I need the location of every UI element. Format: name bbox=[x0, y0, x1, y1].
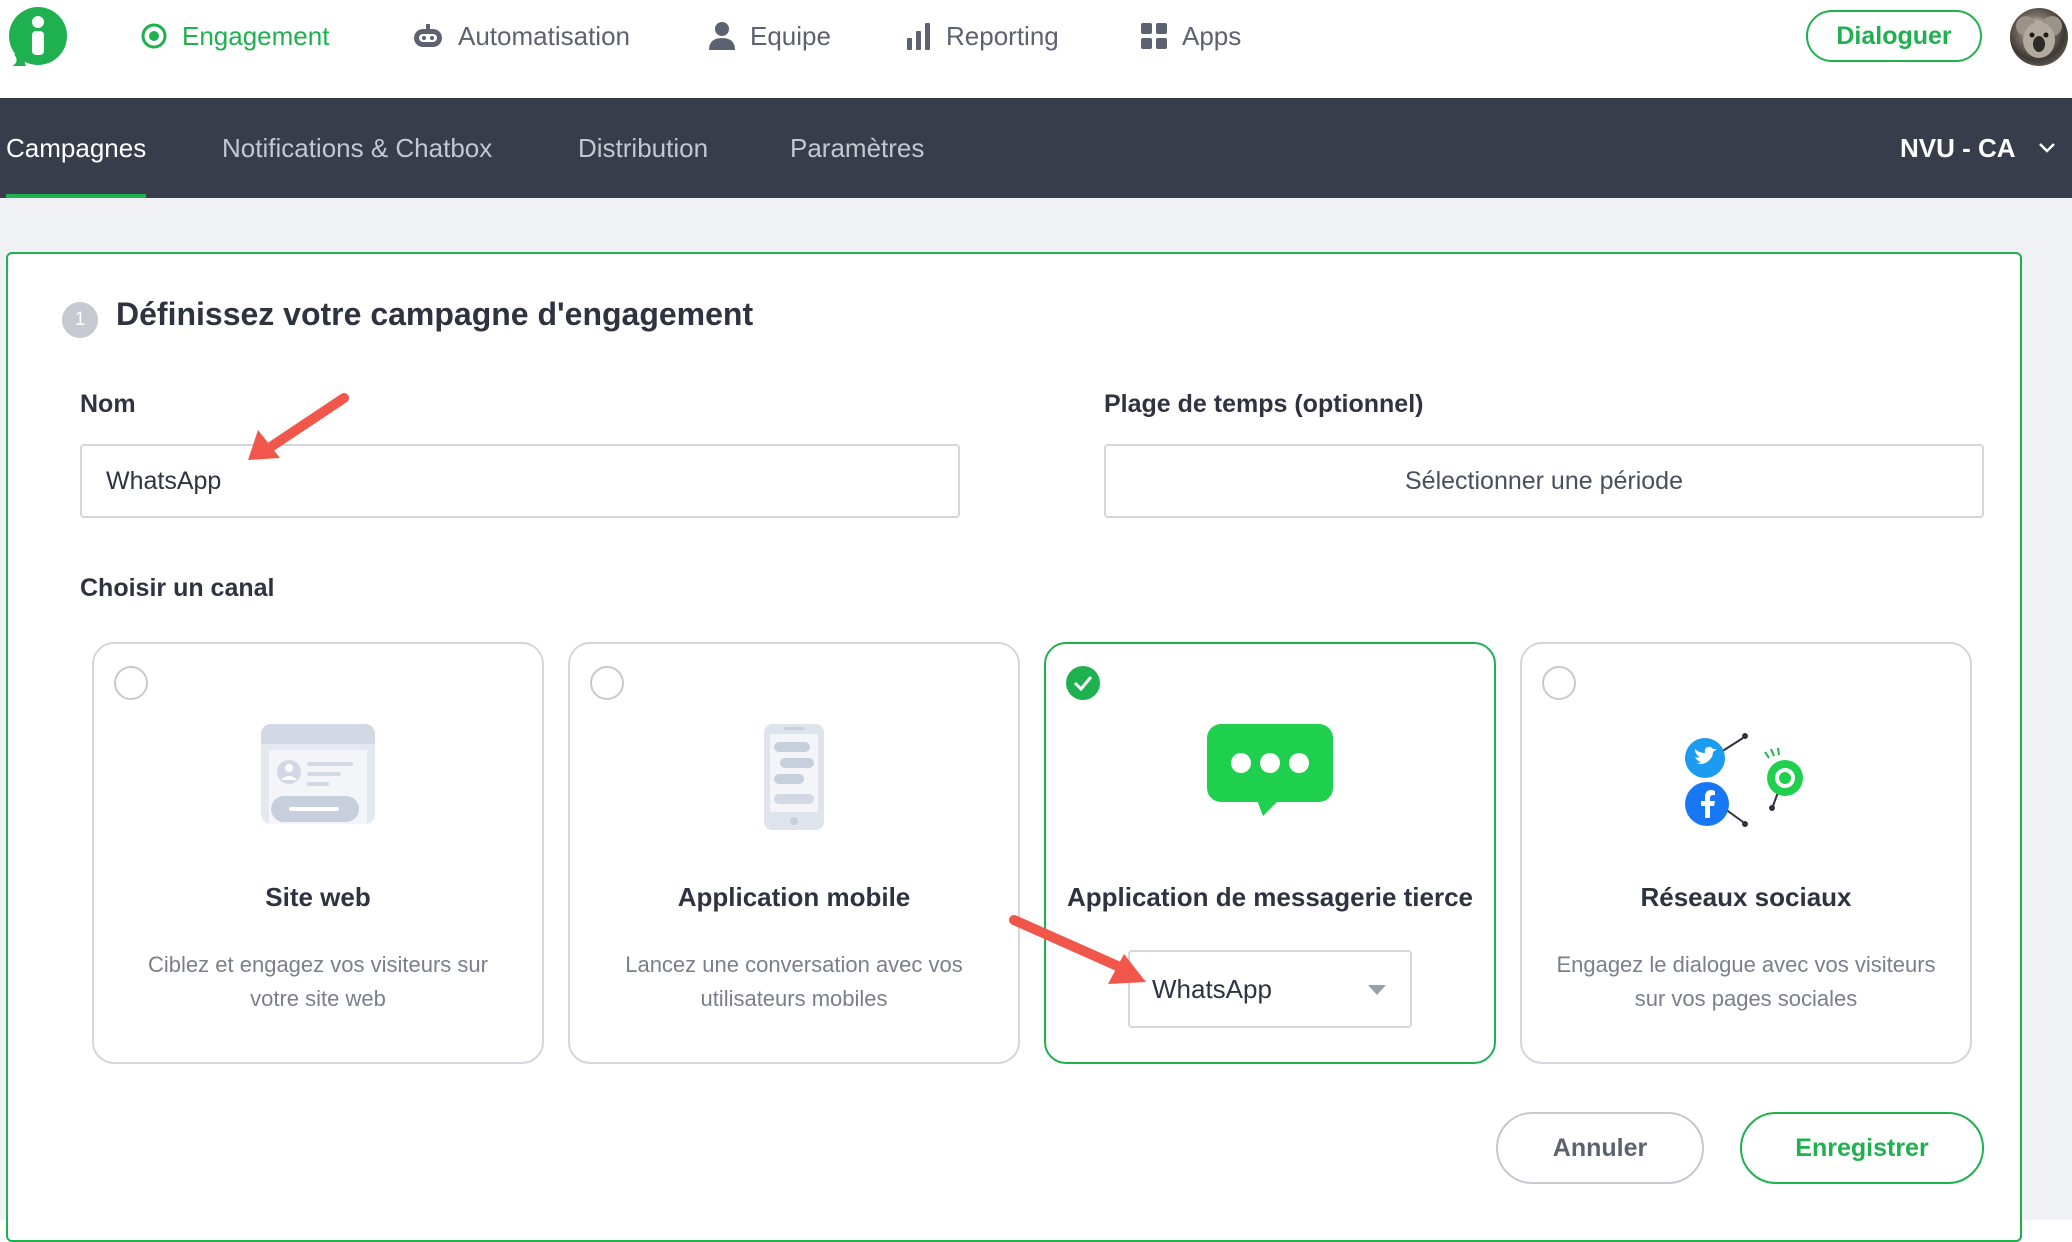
channel-card-application-mobile[interactable]: Application mobile Lancez une conversati… bbox=[568, 642, 1020, 1064]
channel-radio-checked[interactable] bbox=[1066, 666, 1100, 700]
channel-radio[interactable] bbox=[114, 666, 148, 700]
nav-apps[interactable]: Apps bbox=[1140, 14, 1241, 58]
dropdown-caret-icon bbox=[1368, 985, 1386, 995]
save-button[interactable]: Enregistrer bbox=[1740, 1112, 1984, 1184]
account-label: NVU - CA bbox=[1900, 132, 2016, 163]
name-input[interactable] bbox=[80, 444, 960, 518]
tab-campagnes[interactable]: Campagnes bbox=[6, 98, 147, 198]
cancel-button[interactable]: Annuler bbox=[1496, 1112, 1704, 1184]
account-selector[interactable]: NVU - CA bbox=[1900, 98, 2056, 198]
annotation-arrow-icon bbox=[1009, 915, 1146, 984]
check-icon bbox=[1073, 676, 1093, 691]
nav-label: Apps bbox=[1182, 20, 1242, 51]
bar-chart-icon bbox=[907, 23, 930, 50]
channel-title: Application mobile bbox=[677, 882, 911, 912]
channel-card-messagerie-tierce[interactable]: Application de messagerie tierce WhatsAp… bbox=[1044, 642, 1496, 1064]
robot-icon bbox=[414, 24, 442, 47]
nav-reporting[interactable]: Reporting bbox=[906, 14, 1059, 58]
channel-title: Application de messagerie tierce bbox=[1066, 882, 1474, 912]
webpage-icon bbox=[94, 722, 542, 872]
dialoguer-button[interactable]: Dialoguer bbox=[1806, 10, 1982, 62]
tab-label: Paramètres bbox=[790, 132, 925, 163]
channel-label: Choisir un canal bbox=[80, 574, 275, 602]
grid-icon bbox=[1141, 23, 1167, 49]
tab-notifications-chatbox[interactable]: Notifications & Chatbox bbox=[222, 98, 492, 198]
nav-equipe[interactable]: Equipe bbox=[708, 14, 831, 58]
channel-title: Site web bbox=[265, 882, 371, 912]
tab-label: Notifications & Chatbox bbox=[222, 132, 493, 163]
tab-parametres[interactable]: Paramètres bbox=[790, 98, 924, 198]
nav-engagement[interactable]: Engagement bbox=[140, 14, 329, 58]
channel-radio[interactable] bbox=[1542, 666, 1576, 700]
channel-radio[interactable] bbox=[590, 666, 624, 700]
user-icon bbox=[709, 22, 735, 50]
chat-bubble-icon bbox=[1046, 722, 1494, 872]
channel-title: Réseaux sociaux bbox=[1640, 882, 1852, 912]
nav-label: Automatisation bbox=[458, 20, 630, 51]
tab-label: Campagnes bbox=[6, 132, 147, 163]
top-navigation: Engagement Automatisation Equipe Reporti… bbox=[0, 0, 2072, 98]
tab-distribution[interactable]: Distribution bbox=[578, 98, 708, 198]
channel-description: Ciblez et engagez vos visiteurs sur votr… bbox=[148, 952, 488, 1011]
nav-label: Engagement bbox=[182, 20, 330, 51]
channel-description: Engagez le dialogue avec vos visiteurs s… bbox=[1556, 952, 1936, 1011]
select-period-button[interactable]: Sélectionner une période bbox=[1104, 444, 1984, 518]
messaging-app-select[interactable]: WhatsApp bbox=[1128, 950, 1412, 1028]
channel-card-site-web[interactable]: Site web Ciblez et engagez vos visiteurs… bbox=[92, 642, 544, 1064]
avatar[interactable] bbox=[2010, 8, 2068, 66]
sub-navigation: Campagnes Notifications & Chatbox Distri… bbox=[0, 98, 2072, 198]
select-value: WhatsApp bbox=[1152, 973, 1272, 1004]
nav-automatisation[interactable]: Automatisation bbox=[412, 14, 630, 58]
section-title: Définissez votre campagne d'engagement bbox=[116, 296, 754, 332]
nav-label: Reporting bbox=[946, 20, 1059, 51]
mobile-phone-icon bbox=[570, 722, 1018, 872]
app-logo[interactable] bbox=[8, 6, 68, 66]
target-icon bbox=[141, 23, 167, 49]
annotation-arrow-icon bbox=[248, 393, 349, 460]
chevron-down-icon bbox=[2038, 143, 2055, 153]
step-number-badge: 1 bbox=[62, 302, 98, 338]
tab-label: Distribution bbox=[578, 132, 709, 163]
channel-description: Lancez une conversation avec vos utilisa… bbox=[625, 952, 963, 1011]
social-networks-icon bbox=[1522, 722, 1970, 872]
channel-card-reseaux-sociaux[interactable]: Réseaux sociaux Engagez le dialogue avec… bbox=[1520, 642, 1972, 1064]
period-label: Plage de temps (optionnel) bbox=[1104, 390, 1424, 418]
nav-label: Equipe bbox=[750, 20, 831, 51]
name-label: Nom bbox=[80, 390, 136, 418]
